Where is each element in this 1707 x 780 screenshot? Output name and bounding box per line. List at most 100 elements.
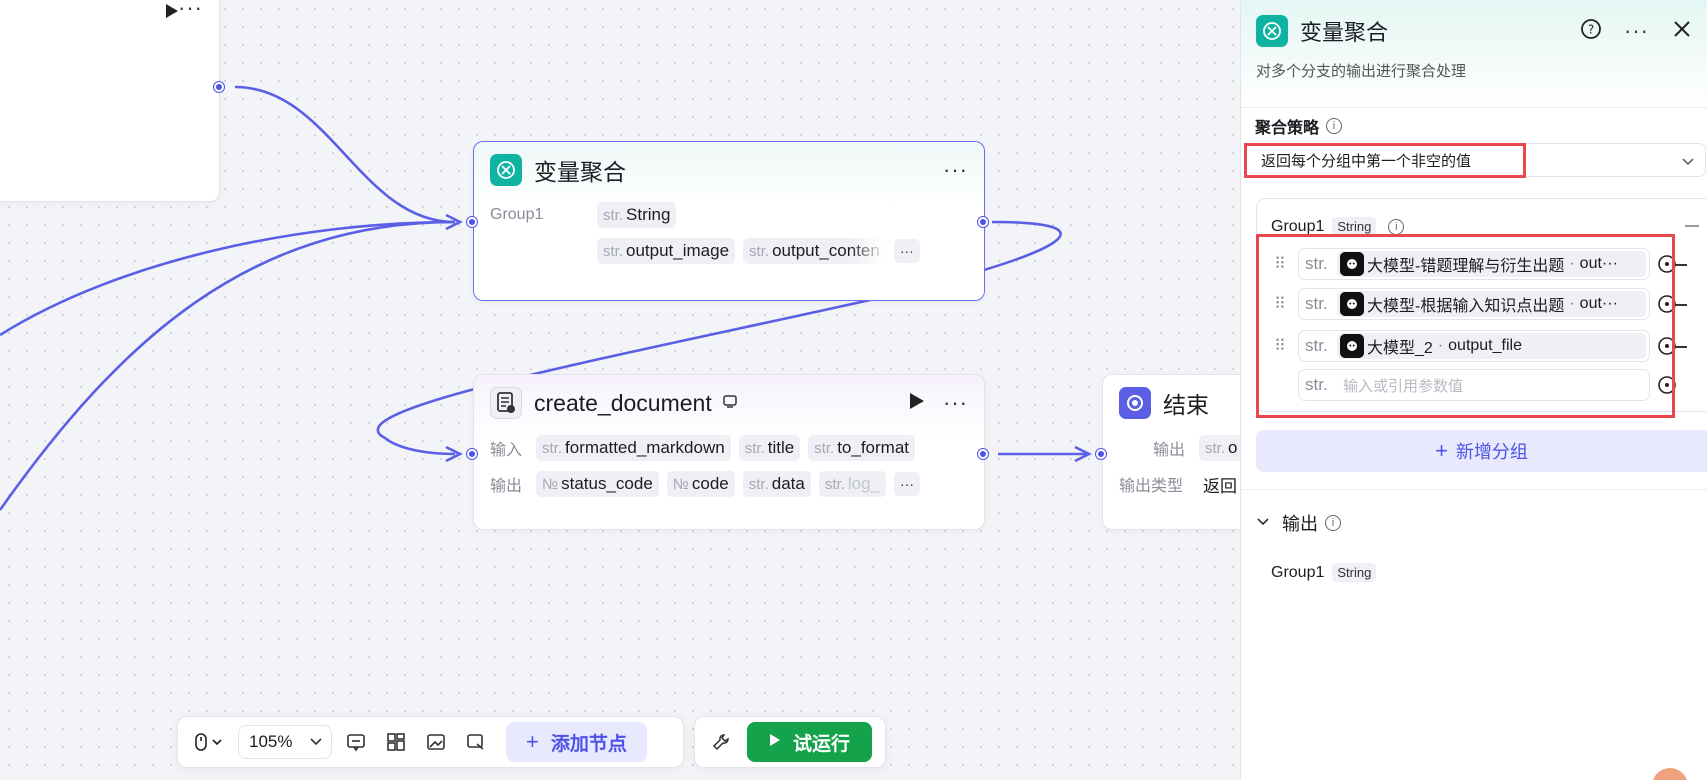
run-node-icon[interactable] [909,392,925,415]
input-tag: str. to_format [808,435,916,461]
input-tag: str. title [738,435,801,461]
remove-item-icon[interactable] [1675,264,1687,266]
strategy-select[interactable]: 返回每个分组中第一个非空的值 [1244,143,1706,177]
more-icon[interactable]: ··· [178,0,203,19]
layout-icon[interactable] [378,724,414,760]
drag-handle-icon[interactable]: ⠿ [1274,336,1298,356]
aggregate-icon [490,154,522,186]
output-tag: № code [666,471,735,497]
edge-left-a-to-aggregate [0,220,456,337]
variable-input-field[interactable]: str. 输入或引用参数值 [1298,369,1650,401]
group-label: Group1 [490,206,544,223]
group-item: ⠿ str. 大模型_2 · output_file [1274,330,1678,362]
group-type-tag: String [1332,217,1377,236]
drag-handle-icon[interactable]: ⠿ [1274,254,1298,274]
zoom-value: 105% [249,732,293,751]
remove-item-icon[interactable] [1675,304,1687,306]
create-document-more-icon[interactable]: ··· [943,392,968,414]
output-label: 输出 [490,478,523,495]
aggregate-icon [1256,15,1288,47]
output-section-label: 输出 [1282,514,1318,534]
upstream-output-port[interactable] [214,82,224,92]
aggregate-node-title: 变量聚合 [534,159,626,185]
chevron-down-icon [1256,514,1270,532]
variable-ref-field[interactable]: str. 大模型-错题理解与衍生出题 · out··· [1298,248,1650,280]
panel-title[interactable]: 变量聚合 [1300,15,1580,47]
output-section-header[interactable]: 输出 i [1256,510,1341,536]
llm-bot-icon [1340,334,1364,358]
close-icon[interactable] [1673,20,1691,43]
llm-bot-icon [1340,252,1364,276]
drag-handle-icon[interactable]: ⠿ [1274,294,1298,314]
aggregate-input-port[interactable] [467,217,477,227]
group-type-tag: str. String [597,202,677,228]
chevron-down-icon [309,732,323,752]
image-icon[interactable] [418,724,454,760]
group-name[interactable]: Group1 [1271,218,1324,236]
mouse-mode-button[interactable] [186,724,232,760]
screenshot-icon[interactable] [458,724,494,760]
more-outputs-button[interactable]: ··· [894,472,921,496]
create-document-input-port[interactable] [467,449,477,459]
output-group-name: Group1 [1271,563,1325,581]
canvas-toolbar: 105% + 添加节点 [177,716,684,768]
trial-run-label: 试运行 [793,733,851,755]
end-output-tag: str. o [1199,435,1244,461]
add-group-label: 新增分组 [1455,442,1528,462]
add-node-button[interactable]: + 添加节点 [506,722,647,762]
wrench-icon[interactable] [703,724,739,760]
strategy-label: 聚合策略 i [1255,114,1343,138]
add-group-button[interactable]: + 新增分组 [1256,430,1707,472]
play-icon [769,731,781,753]
end-node-title: 结束 [1163,392,1209,418]
group-item: ⠿ str. 大模型-根据输入知识点出题 · out··· [1274,288,1678,320]
trial-run-button[interactable]: 试运行 [747,722,873,762]
output-tag: № status_code [536,471,659,497]
panel-more-icon[interactable]: ··· [1624,20,1649,42]
divider [1240,489,1707,490]
plugin-badge-icon [722,393,738,414]
plus-icon: + [1435,438,1448,463]
input-tag: str. formatted_markdown [536,435,731,461]
end-node[interactable]: 结束 输出 str. o 输出类型 返回 [1102,374,1262,530]
chevron-down-icon [1681,154,1695,171]
more-vars-button[interactable]: ··· [893,239,920,263]
info-icon[interactable]: i [1325,515,1341,531]
info-icon[interactable]: i [1326,118,1343,134]
output-item: Group1 String [1271,563,1377,582]
var-tag: str. output_conten [743,238,886,264]
comment-icon[interactable] [338,724,374,760]
group-item-empty: str. 输入或引用参数值 [1298,369,1678,401]
llm-bot-icon [1340,292,1364,316]
aggregate-node[interactable]: 变量聚合 ··· Group1 str. String str. output_im… [473,141,985,301]
info-icon[interactable]: i [1388,218,1405,235]
collapse-group-icon[interactable] [1685,225,1699,227]
create-document-output-port[interactable] [978,449,988,459]
reference-target-icon[interactable] [1656,374,1678,396]
variable-ref-field[interactable]: str. 大模型-根据输入知识点出题 · out··· [1298,288,1650,320]
zoom-select[interactable]: 105% [238,725,332,759]
add-node-label: 添加节点 [550,733,627,755]
output-tag: str. log_ [818,471,887,497]
input-label: 输入 [490,442,523,459]
strategy-value: 返回每个分组中第一个非空的值 [1261,152,1472,170]
panel-description: 对多个分支的输出进行聚合处理 [1256,63,1467,80]
help-icon[interactable]: ? [1580,18,1602,45]
group-item: ⠿ str. 大模型-错题理解与衍生出题 · out··· [1274,248,1678,280]
aggregate-more-icon[interactable]: ··· [943,159,968,181]
end-input-port[interactable] [1096,449,1106,459]
aggregate-output-port[interactable] [978,217,988,227]
end-icon [1119,387,1151,419]
remove-item-icon[interactable] [1675,346,1687,348]
create-document-node[interactable]: create_document ··· 输入 str. formatted_mar… [473,374,985,530]
edge-left-b-to-aggregate [0,220,456,511]
upstream-node[interactable]: ··· [0,0,220,202]
edge-top-to-aggregate [234,85,456,224]
variable-input-placeholder: 输入或引用参数值 [1343,377,1464,395]
output-tag: str. data [742,471,811,497]
workflow-canvas[interactable]: ··· 变量聚合 ··· Group1 str. String str. outpu… [0,0,1262,780]
end-output-type-label: 输出类型 [1119,478,1184,495]
play-icon[interactable] [165,3,179,24]
svg-text:?: ? [1588,22,1594,36]
variable-ref-field[interactable]: str. 大模型_2 · output_file [1298,330,1650,362]
